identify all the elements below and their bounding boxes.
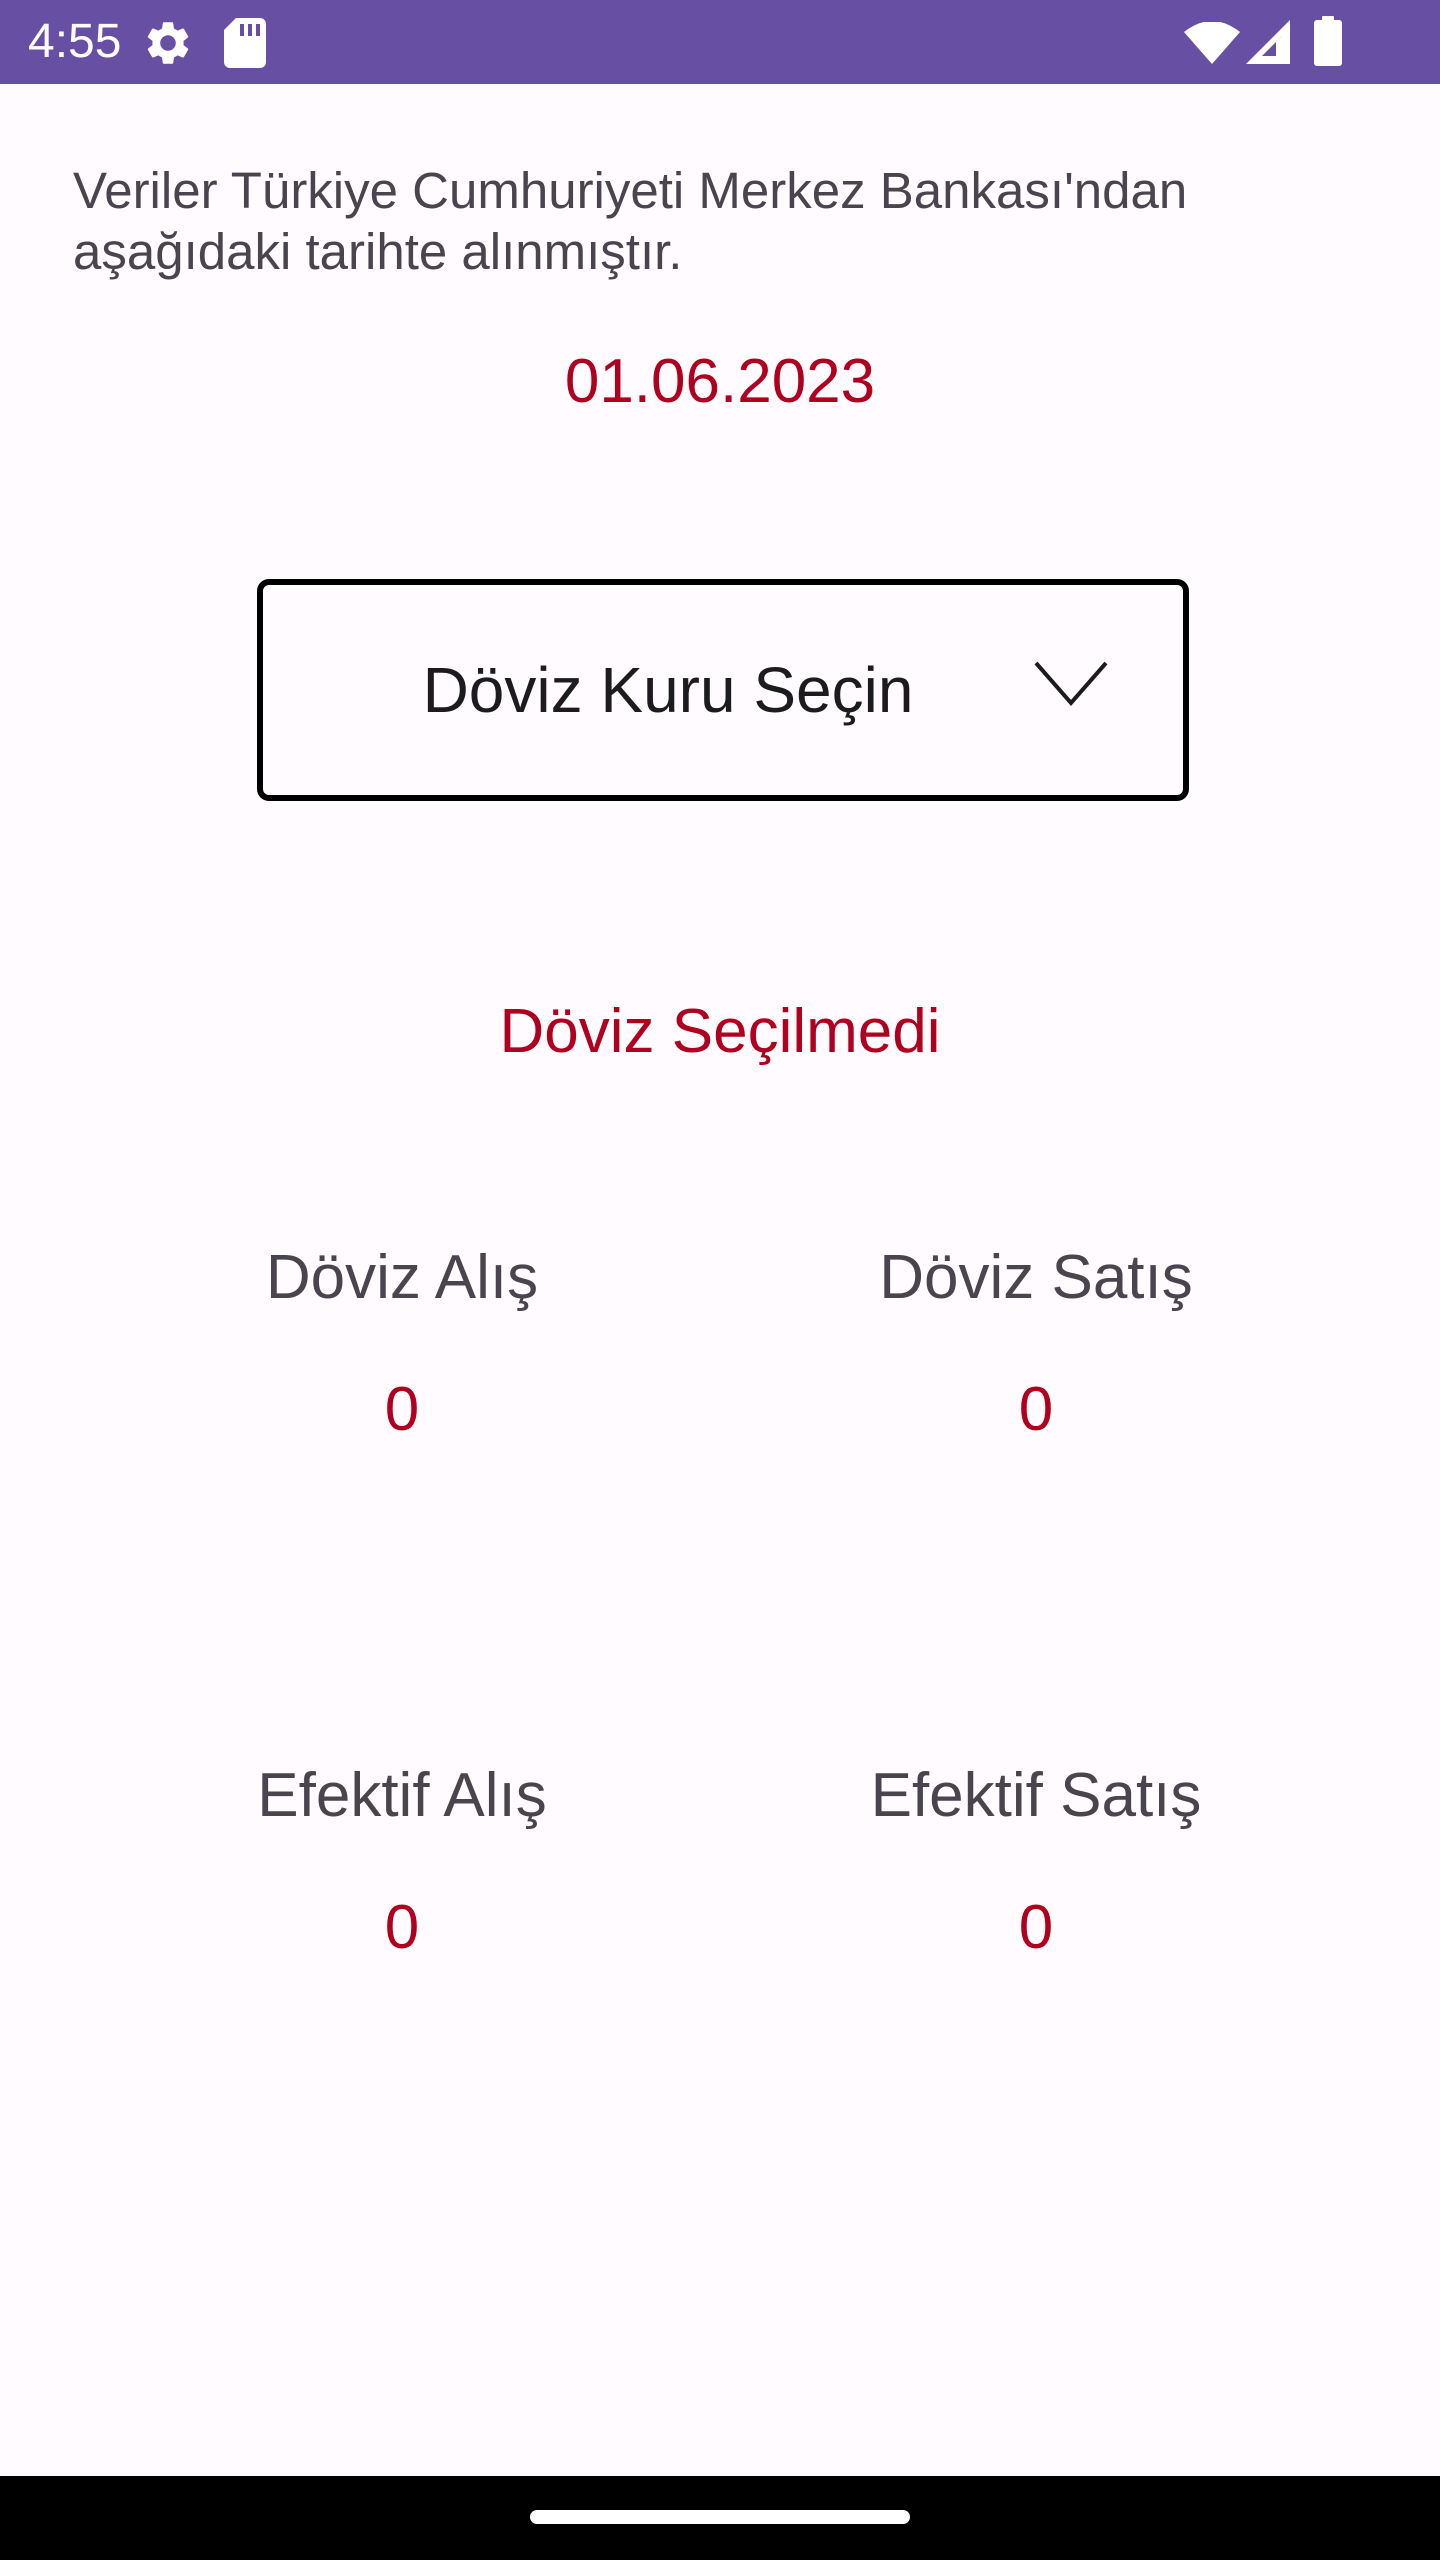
chevron-down-icon — [1034, 661, 1108, 707]
currency-dropdown-label: Döviz Kuru Seçin — [422, 654, 914, 726]
sd-card-icon — [224, 18, 266, 68]
selection-status-text: Döviz Seçilmedi — [499, 997, 941, 1066]
main-content: Veriler Türkiye Cumhuriyeti Merkez Banka… — [0, 84, 1440, 2476]
battery-icon — [1314, 16, 1342, 66]
data-source-text: Veriler Türkiye Cumhuriyeti Merkez Banka… — [73, 160, 1373, 282]
banknote-buy-label: Efektif Alış — [257, 1761, 547, 1830]
status-time: 4:55 — [28, 15, 122, 68]
signal-icon — [1246, 20, 1290, 64]
settings-icon — [147, 22, 189, 64]
navigation-bar — [0, 2476, 1440, 2560]
forex-sell-value: 0 — [1018, 1375, 1054, 1444]
rate-date: 01.06.2023 — [564, 347, 876, 416]
forex-sell-cell: Döviz Satış 0 — [786, 1240, 1286, 1448]
banknote-sell-label: Efektif Satış — [870, 1761, 1202, 1830]
home-gesture-handle[interactable] — [530, 2510, 910, 2524]
forex-buy-value: 0 — [384, 1375, 420, 1444]
currency-dropdown[interactable]: Döviz Kuru Seçin — [257, 579, 1189, 801]
data-source-line-1: Veriler Türkiye Cumhuriyeti Merkez Banka… — [73, 162, 1188, 219]
forex-buy-label: Döviz Alış — [265, 1243, 539, 1312]
banknote-sell-value: 0 — [1018, 1893, 1054, 1962]
data-source-line-2: aşağıdaki tarihte alınmıştır. — [73, 223, 683, 280]
banknote-buy-cell: Efektif Alış 0 — [152, 1758, 652, 1966]
banknote-sell-cell: Efektif Satış 0 — [786, 1758, 1286, 1966]
forex-sell-label: Döviz Satış — [879, 1243, 1193, 1312]
forex-buy-cell: Döviz Alış 0 — [152, 1240, 652, 1448]
wifi-icon — [1184, 22, 1240, 64]
banknote-buy-value: 0 — [384, 1893, 420, 1962]
status-bar: 4:55 — [0, 0, 1440, 84]
